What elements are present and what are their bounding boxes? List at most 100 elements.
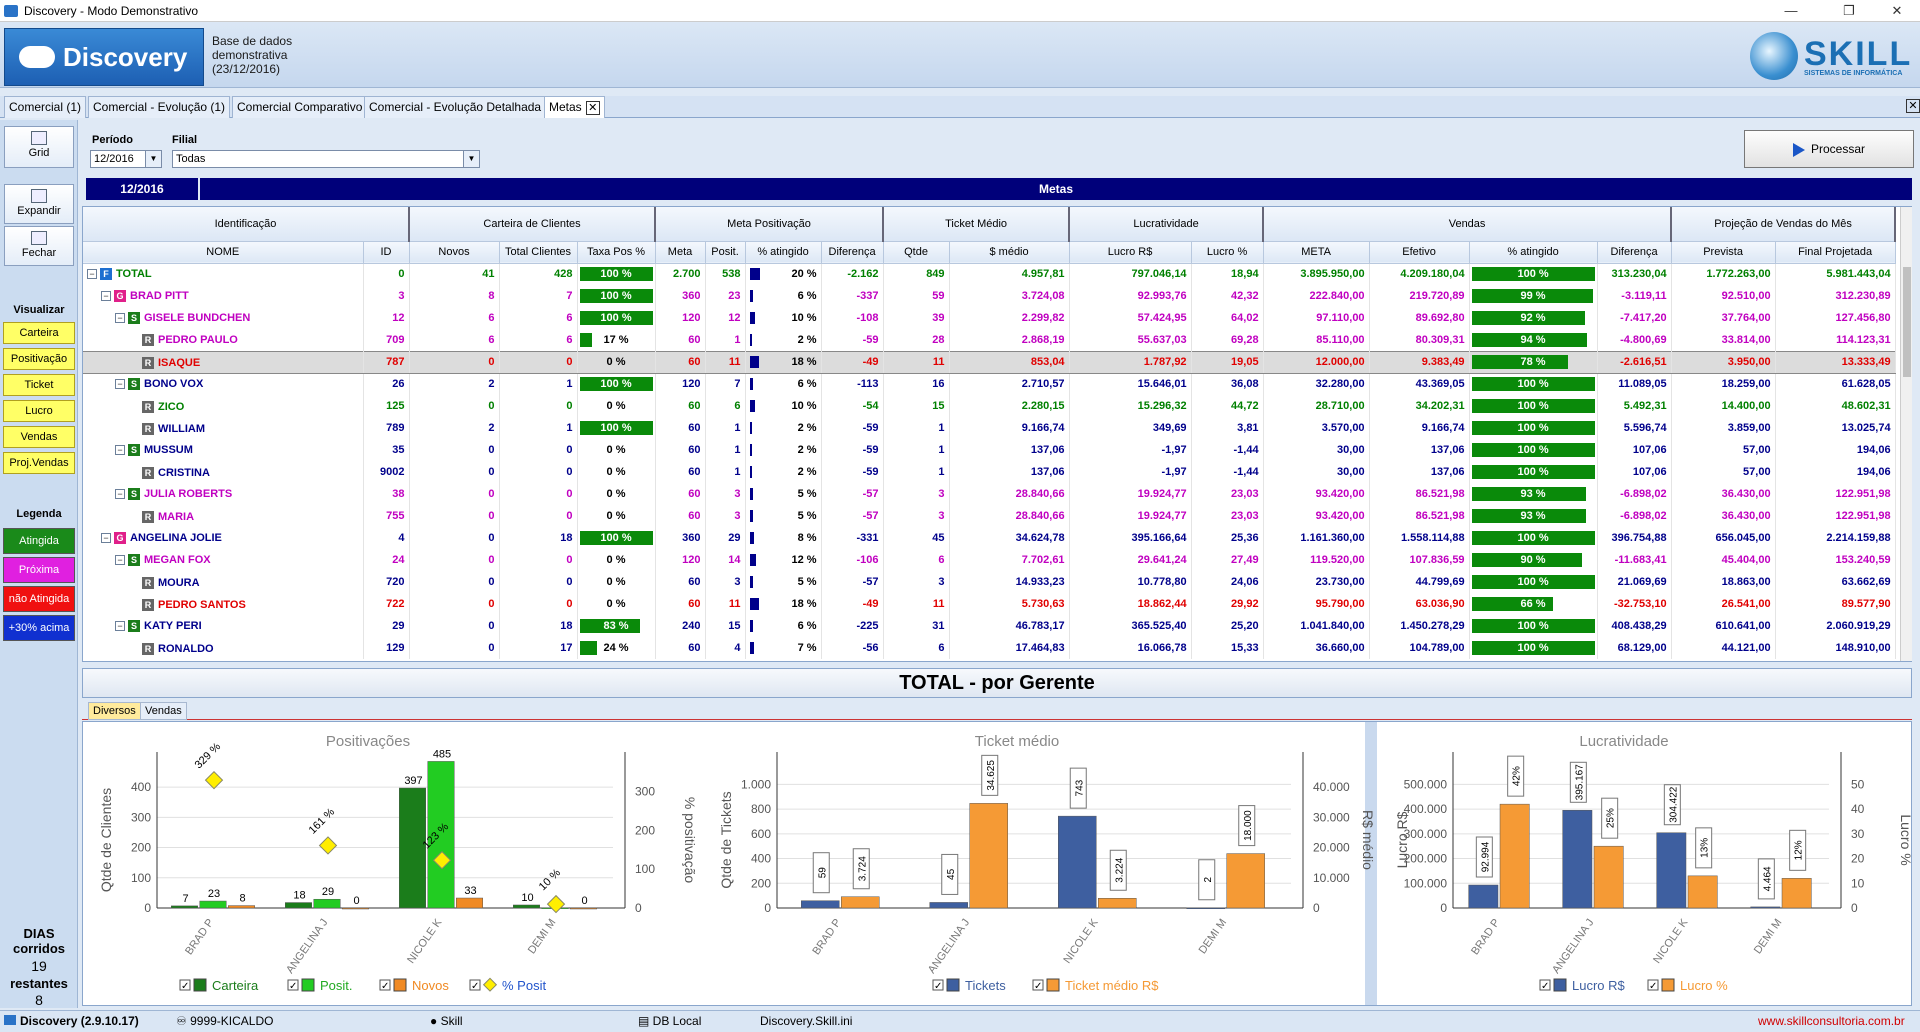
view-ticket-button[interactable]: Ticket [3, 374, 75, 396]
row-name[interactable]: R ZICO [83, 395, 364, 417]
collapse-node-icon[interactable]: − [115, 555, 125, 565]
maximize-icon[interactable]: ❐ [1826, 0, 1872, 22]
table-row[interactable]: − S JULIA ROBERTS 38 0 0 0 % 60 3 5 % -57 3 28.840,6… [83, 483, 1896, 505]
view-vendas-button[interactable]: Vendas [3, 426, 75, 448]
row-name[interactable]: R CRISTINA [83, 461, 364, 483]
skill-orb-icon [1750, 32, 1798, 80]
data-label: 18.000 [1243, 810, 1254, 841]
view-proj-vendas-button[interactable]: Proj.Vendas [3, 452, 75, 474]
table-row[interactable]: − S KATY PERI 29 0 18 83 % 240 15 6 % -225 31 46.783… [83, 615, 1896, 637]
row-name[interactable]: − S BONO VOX [83, 373, 364, 395]
table-row[interactable]: R RONALDO 129 0 17 24 % 60 4 7 % -56 6 17.464,83 16.… [83, 637, 1896, 659]
filial-select[interactable]: Todas ▼ [172, 150, 480, 168]
processar-button[interactable]: Processar [1744, 130, 1914, 168]
row-name[interactable]: − S MEGAN FOX [83, 549, 364, 571]
col-header-0[interactable]: NOME [83, 241, 364, 264]
collapse-node-icon[interactable]: − [87, 269, 97, 280]
close-icon[interactable]: ✕ [1874, 0, 1920, 22]
collapse-node-icon[interactable]: − [101, 533, 111, 543]
tab-comercial-comparativo[interactable]: Comercial Comparativo [232, 96, 368, 118]
col-header-12[interactable]: Lucro % [1191, 241, 1264, 264]
table-row[interactable]: R MARIA 755 0 0 0 % 60 3 5 % -57 3 28.840,66 19.924,… [83, 505, 1896, 527]
tab-comercial-evolucao[interactable]: Comercial - Evolução (1) [88, 96, 231, 118]
col-header-6[interactable]: Posit. [705, 241, 746, 264]
row-name[interactable]: R PEDRO PAULO [83, 329, 364, 351]
col-header-8[interactable]: Diferença [821, 241, 884, 264]
row-name[interactable]: − G BRAD PITT [83, 285, 364, 307]
table-row[interactable]: − S MEGAN FOX 24 0 0 0 % 120 14 12 % -106 6 7.702,61… [83, 549, 1896, 571]
row-name[interactable]: − S MUSSUM [83, 439, 364, 461]
table-row[interactable]: R WILLIAM 789 2 1 100 % 60 1 2 % -59 1 9.166,74 349,… [83, 417, 1896, 439]
table-row[interactable]: R CRISTINA 9002 0 0 0 % 60 1 2 % -59 1 137,06 -1,97-… [83, 461, 1896, 483]
table-row[interactable]: − G BRAD PITT 3 8 7 100 % 360 23 6 % -337 59 3.724,0… [83, 285, 1896, 307]
tab-diversos[interactable]: Diversos [88, 702, 141, 720]
view-positivacao-button[interactable]: Positivação [3, 348, 75, 370]
row-name[interactable]: − S JULIA ROBERTS [83, 483, 364, 505]
legend-label: % Posit [502, 978, 546, 993]
periodo-select[interactable]: 12/2016 ▼ [90, 150, 162, 168]
table-row[interactable]: − S GISELE BUNDCHEN 12 6 6 100 % 120 12 10 % -108 3… [83, 307, 1896, 329]
col-header-1[interactable]: ID [363, 241, 410, 264]
scrollbar-thumb[interactable] [1903, 267, 1911, 377]
table-row[interactable]: R ISAQUE 787 0 0 0 % 60 11 18 % -49 11 853,04 1.787,… [83, 350, 1896, 374]
col-header-18[interactable]: Final Projetada [1775, 241, 1896, 264]
col-header-7[interactable]: % atingido [745, 241, 822, 264]
collapse-node-icon[interactable]: − [115, 379, 125, 390]
cell-vendas-atingido: 100 % [1469, 263, 1598, 285]
row-name[interactable]: R MARIA [83, 505, 364, 527]
grid-button[interactable]: Grid [4, 126, 74, 168]
view-lucro-button[interactable]: Lucro [3, 400, 75, 422]
cell-id: 24 [363, 549, 410, 571]
table-row[interactable]: − G ANGELINA JOLIE 4 0 18 100 % 360 29 8 % -331 45 3… [83, 527, 1896, 549]
collapse-node-icon[interactable]: − [101, 291, 111, 301]
close-panel-icon[interactable]: ✕ [1906, 99, 1920, 113]
status-url[interactable]: www.skillconsultoria.com.br [1758, 1014, 1905, 1028]
close-tab-icon[interactable]: ✕ [585, 101, 600, 115]
col-header-5[interactable]: Meta [655, 241, 706, 264]
row-name[interactable]: R ISAQUE [83, 350, 364, 374]
col-header-17[interactable]: Prevista [1671, 241, 1776, 264]
row-name[interactable]: − G ANGELINA JOLIE [83, 527, 364, 549]
col-header-11[interactable]: Lucro R$ [1069, 241, 1192, 264]
collapse-node-icon[interactable]: − [115, 621, 125, 631]
col-header-9[interactable]: Qtde [883, 241, 950, 264]
table-row[interactable]: R MOURA 720 0 0 0 % 60 3 5 % -57 3 14.933,23 10.778,… [83, 571, 1896, 593]
col-header-13[interactable]: META [1263, 241, 1370, 264]
row-name[interactable]: − S KATY PERI [83, 615, 364, 637]
tab-comercial[interactable]: Comercial (1) [4, 96, 87, 118]
col-header-14[interactable]: Efetivo [1369, 241, 1470, 264]
row-name[interactable]: R RONALDO [83, 637, 364, 659]
table-row[interactable]: − F TOTAL 0 41 428 100 % 2.700 538 20 % -2.162 849 4… [83, 263, 1896, 285]
collapse-node-icon[interactable]: − [115, 445, 125, 455]
tab-metas[interactable]: Metas ✕ [544, 96, 605, 118]
bar [399, 787, 426, 909]
row-name[interactable]: R PEDRO SANTOS [83, 593, 364, 615]
row-name[interactable]: − S GISELE BUNDCHEN [83, 307, 364, 329]
row-name[interactable]: − F TOTAL [83, 263, 364, 285]
tab-vendas[interactable]: Vendas [140, 702, 187, 720]
table-row[interactable]: − S BONO VOX 26 2 1 100 % 120 7 6 % -113 16 2.710,57… [83, 373, 1896, 395]
cell-final-projetada: 194,06 [1775, 439, 1896, 461]
expand-button[interactable]: Expandir [4, 184, 74, 224]
col-header-2[interactable]: Novos [409, 241, 500, 264]
grid-scrollbar[interactable] [1900, 207, 1912, 661]
col-header-4[interactable]: Taxa Pos % [577, 241, 656, 264]
pct-bar [749, 400, 755, 413]
row-name[interactable]: R MOURA [83, 571, 364, 593]
table-row[interactable]: R ZICO 125 0 0 0 % 60 6 10 % -54 15 2.280,15 15.296,… [83, 395, 1896, 417]
tab-comercial-evolucao-detalhada[interactable]: Comercial - Evolução Detalhada [364, 96, 547, 118]
col-header-10[interactable]: $ médio [949, 241, 1070, 264]
view-carteira-button[interactable]: Carteira [3, 322, 75, 344]
col-header-3[interactable]: Total Clientes [499, 241, 578, 264]
col-header-16[interactable]: Diferença [1597, 241, 1672, 264]
cell-qtde: 1 [883, 461, 950, 483]
col-header-15[interactable]: % atingido [1469, 241, 1598, 264]
row-name[interactable]: R WILLIAM [83, 417, 364, 439]
table-row[interactable]: − S MUSSUM 35 0 0 0 % 60 1 2 % -59 1 137,06 -1,97 -1,4… [83, 439, 1896, 461]
table-row[interactable]: R PEDRO PAULO 709 6 6 17 % 60 1 2 % -59 28 2.868,19… [83, 329, 1896, 351]
collapse-button[interactable]: Fechar [4, 226, 74, 266]
table-row[interactable]: R PEDRO SANTOS 722 0 0 0 % 60 11 18 % -49 11 5.730,… [83, 593, 1896, 615]
collapse-node-icon[interactable]: − [115, 489, 125, 499]
collapse-node-icon[interactable]: − [115, 313, 125, 323]
minimize-icon[interactable]: — [1768, 0, 1814, 22]
